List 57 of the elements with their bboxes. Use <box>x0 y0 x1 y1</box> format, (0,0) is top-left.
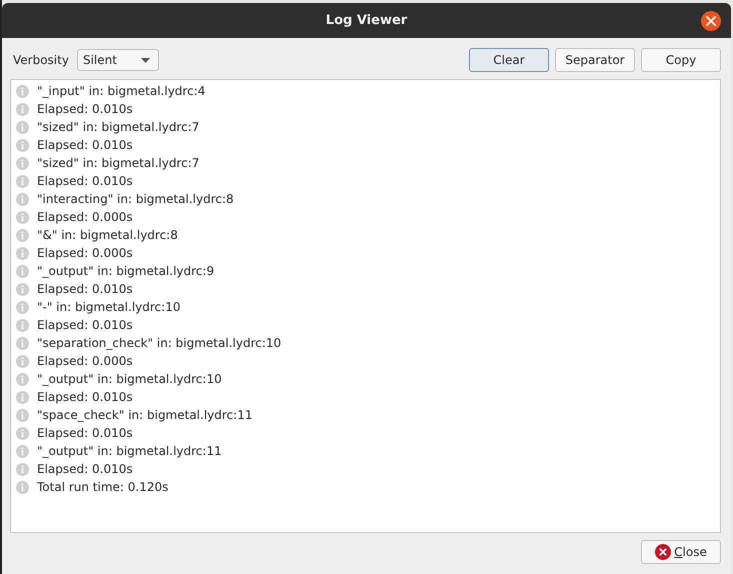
log-entry: Elapsed: 0.010s <box>37 462 133 476</box>
log-entry: Elapsed: 0.000s <box>37 210 133 224</box>
log-entry: "&" in: bigmetal.lydrc:8 <box>37 228 178 242</box>
info-icon <box>16 444 29 458</box>
info-icon <box>16 102 29 116</box>
log-entry: Elapsed: 0.010s <box>37 138 133 152</box>
info-icon <box>16 246 29 260</box>
log-entry: "_input" in: bigmetal.lydrc:4 <box>37 84 206 98</box>
close-button[interactable]: Close <box>641 540 721 564</box>
log-entry: Elapsed: 0.010s <box>37 426 133 440</box>
verbosity-dropdown[interactable]: Silent <box>76 49 159 71</box>
log-entry: "space_check" in: bigmetal.lydrc:11 <box>37 408 252 422</box>
window-title: Log Viewer <box>326 13 408 28</box>
info-icon <box>16 228 29 242</box>
info-icon <box>16 264 29 278</box>
info-icon <box>16 480 29 494</box>
info-icon <box>16 390 29 404</box>
info-icon <box>16 354 29 368</box>
close-button[interactable] <box>701 11 721 31</box>
log-entry: Elapsed: 0.010s <box>37 102 133 116</box>
toolbar-button[interactable]: Separator <box>555 48 635 72</box>
log-entry: Total run time: 0.120s <box>37 480 168 494</box>
info-icon <box>16 318 29 332</box>
log-entry: Elapsed: 0.010s <box>37 174 133 188</box>
info-icon <box>16 192 29 206</box>
info-icon <box>16 174 29 188</box>
log-entry: "_output" in: bigmetal.lydrc:10 <box>37 372 222 386</box>
log-entry: Elapsed: 0.010s <box>37 390 133 404</box>
info-icon <box>16 84 29 98</box>
log-entry: Elapsed: 0.000s <box>37 246 133 260</box>
toolbar-button[interactable]: Copy <box>641 48 721 72</box>
dropdown-arrow-icon <box>140 58 150 62</box>
info-icon <box>16 210 29 224</box>
log-entry: "sized" in: bigmetal.lydrc:7 <box>37 120 200 134</box>
close-icon <box>706 16 716 26</box>
info-icon <box>16 138 29 152</box>
info-icon <box>16 372 29 386</box>
info-icon <box>16 300 29 314</box>
log-entry: "interacting" in: bigmetal.lydrc:8 <box>37 192 234 206</box>
info-icon <box>16 426 29 440</box>
log-entry: "_output" in: bigmetal.lydrc:9 <box>37 264 214 278</box>
log-entry: Elapsed: 0.010s <box>37 318 133 332</box>
info-icon <box>16 120 29 134</box>
toolbar-button[interactable]: Clear <box>469 48 549 72</box>
log-entry: Elapsed: 0.000s <box>37 354 133 368</box>
log-entry: Elapsed: 0.010s <box>37 282 133 296</box>
info-icon <box>16 408 29 422</box>
info-icon <box>16 462 29 476</box>
info-icon <box>16 282 29 296</box>
log-entry: "_output" in: bigmetal.lydrc:11 <box>37 444 222 458</box>
info-icon <box>16 156 29 170</box>
verbosity-label: Verbosity <box>13 53 69 67</box>
log-entry: "sized" in: bigmetal.lydrc:7 <box>37 156 200 170</box>
log-entry: "-" in: bigmetal.lydrc:10 <box>37 300 180 314</box>
close-icon <box>655 544 672 560</box>
info-icon <box>16 336 29 350</box>
log-entry: "separation_check" in: bigmetal.lydrc:10 <box>37 336 282 350</box>
